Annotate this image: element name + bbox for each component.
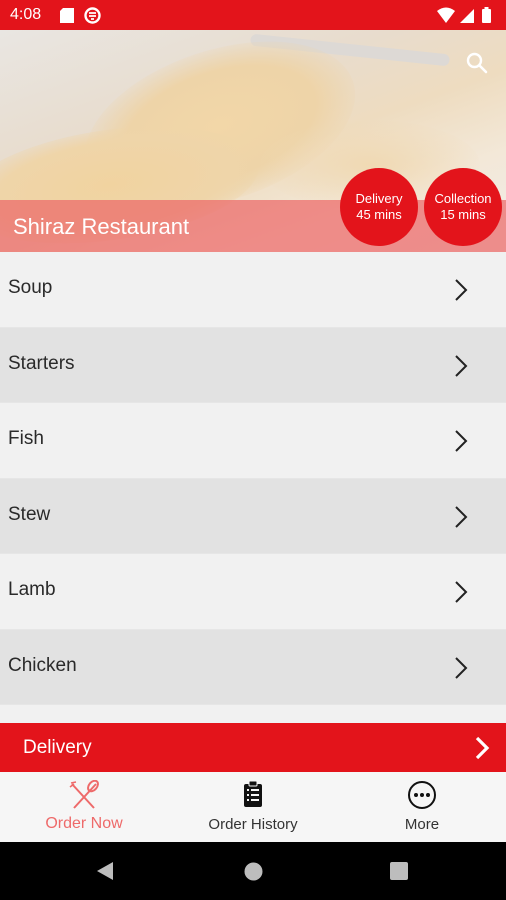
category-row-fish[interactable]: Fish [0, 403, 506, 479]
sd-card-icon [60, 8, 74, 28]
category-label: Lamb [8, 579, 56, 600]
chevron-right-icon [454, 354, 468, 383]
app-notification-icon [84, 7, 101, 29]
category-label: Chicken [8, 654, 77, 676]
chevron-right-icon [454, 278, 468, 307]
delivery-mode-bar[interactable]: Delivery [0, 723, 506, 772]
nav-label: Order History [208, 816, 298, 833]
nav-label: More [404, 816, 440, 833]
battery-icon [482, 7, 491, 23]
collection-badge-time: 15 mins [440, 207, 486, 222]
wifi-icon [437, 7, 455, 23]
recents-icon[interactable] [390, 862, 408, 885]
nav-order-history[interactable]: Order History [169, 772, 337, 842]
category-label: Fish [8, 428, 44, 449]
back-icon[interactable] [96, 861, 114, 886]
nav-order-now[interactable]: Order Now [0, 772, 168, 842]
bottom-navigation: Order Now Order History More [0, 772, 506, 842]
chevron-right-icon [454, 429, 468, 458]
category-row-soup[interactable]: Soup [0, 252, 506, 328]
chevron-right-icon [454, 505, 468, 534]
category-list: Soup Starters Fish Stew Lamb Chicken [0, 252, 506, 705]
delivery-time-badge: Delivery 45 mins [340, 168, 418, 246]
delivery-badge-title: Delivery [355, 191, 403, 206]
chevron-right-icon [454, 656, 468, 685]
nav-label: Order Now [45, 815, 123, 832]
restaurant-header: Shiraz Restaurant Delivery 45 mins Colle… [0, 30, 506, 252]
delivery-mode-label: Delivery [23, 737, 92, 758]
system-navigation-bar [0, 842, 506, 900]
collection-time-badge: Collection 15 mins [424, 168, 502, 246]
collection-badge-title: Collection [434, 191, 492, 206]
chevron-right-icon [454, 580, 468, 609]
category-list-next-row [0, 705, 506, 723]
category-label: Stew [8, 503, 51, 525]
status-time: 4:08 [10, 6, 42, 23]
search-icon[interactable] [466, 52, 488, 79]
category-row-stew[interactable]: Stew [0, 478, 506, 554]
category-row-starters[interactable]: Starters [0, 327, 506, 403]
status-bar: 4:08 [0, 0, 506, 30]
home-icon[interactable] [244, 862, 263, 886]
nav-more[interactable]: More [338, 772, 506, 842]
status-icons [436, 7, 496, 29]
clipboard-icon [242, 780, 264, 813]
category-row-lamb[interactable]: Lamb [0, 554, 506, 630]
fork-knife-icon [68, 779, 100, 817]
category-label: Starters [8, 352, 75, 374]
category-label: Soup [8, 277, 53, 298]
chevron-right-icon [474, 736, 490, 765]
delivery-badge-time: 45 mins [356, 207, 402, 222]
more-icon [407, 780, 437, 815]
restaurant-name: Shiraz Restaurant [13, 214, 190, 239]
category-row-chicken[interactable]: Chicken [0, 629, 506, 705]
signal-icon [460, 9, 474, 23]
